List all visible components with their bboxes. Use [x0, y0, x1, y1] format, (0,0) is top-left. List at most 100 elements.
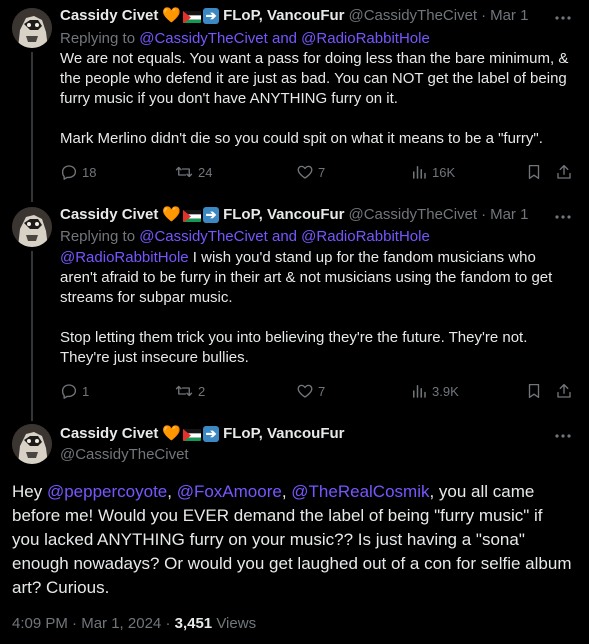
replying-prefix: Replying to	[60, 30, 136, 47]
views-button[interactable]: 16K	[410, 162, 455, 182]
tweet-header: Cassidy Civet 🧡 ➔ FLoP, VancouFur	[60, 424, 344, 444]
tweet-text: @RadioRabbitHole I wish you'd stand up f…	[60, 248, 575, 368]
separator-dot: ·	[165, 615, 171, 632]
thread-tweet-1[interactable]: Cassidy Civet 🧡 ➔ FLoP, VancouFur @Cassi…	[0, 0, 589, 202]
replying-prefix: Replying to	[60, 228, 136, 245]
display-location: FLoP, VancouFur	[223, 425, 345, 442]
replying-to: Replying to @CassidyTheCivet and @RadioR…	[60, 227, 430, 247]
display-name[interactable]: Cassidy Civet	[60, 6, 158, 26]
reply-count: 1	[82, 383, 90, 399]
separator-dot: ·	[72, 615, 78, 632]
views-count: 3,451	[174, 615, 213, 632]
repost-button[interactable]: 2	[174, 381, 205, 401]
more-icon[interactable]	[553, 426, 573, 446]
orange-heart-icon: 🧡	[162, 425, 182, 442]
bookmark-button[interactable]	[525, 381, 543, 401]
bookmark-icon	[528, 383, 540, 399]
mention-link[interactable]: @FoxAmoore	[177, 482, 282, 501]
reply-button[interactable]: 1	[60, 381, 89, 401]
replying-to-users[interactable]: @CassidyTheCivet and @RadioRabbitHole	[139, 30, 430, 47]
bookmark-icon	[528, 164, 540, 180]
tweet-date[interactable]: Mar 1	[490, 205, 528, 225]
repost-icon	[175, 166, 193, 178]
replying-to-users[interactable]: @CassidyTheCivet and @RadioRabbitHole	[139, 228, 430, 245]
orange-heart-icon: 🧡	[162, 7, 182, 24]
like-count: 7	[318, 383, 326, 399]
tweet-paragraph: We are not equals. You want a pass for d…	[60, 50, 569, 107]
views-icon	[413, 385, 426, 398]
user-handle[interactable]: @CassidyTheCivet	[348, 6, 477, 26]
thread-connector	[31, 52, 33, 202]
repost-count: 2	[198, 383, 206, 399]
mention-link[interactable]: @peppercoyote	[47, 482, 167, 501]
repost-count: 24	[198, 164, 213, 180]
reply-icon	[61, 384, 77, 399]
tweet-header: Cassidy Civet 🧡 ➔ FLoP, VancouFur @Cassi…	[60, 6, 528, 26]
more-icon[interactable]	[553, 8, 573, 28]
views-label: Views	[216, 615, 257, 632]
tweet-text: We are not equals. You want a pass for d…	[60, 49, 575, 149]
mention-link[interactable]: @TheRealCosmik	[291, 482, 429, 501]
repost-icon	[175, 385, 193, 397]
share-button[interactable]	[555, 381, 573, 401]
display-location: FLoP, VancouFur	[223, 7, 345, 24]
avatar[interactable]	[12, 207, 52, 247]
repost-button[interactable]: 24	[174, 162, 212, 182]
tweet-text: Hey @peppercoyote, @FoxAmoore, @TheRealC…	[12, 480, 572, 600]
palestine-flag-icon	[183, 209, 202, 222]
tweet-header: Cassidy Civet 🧡 ➔ FLoP, VancouFur @Cassi…	[60, 205, 528, 225]
tweet-time[interactable]: 4:09 PM	[12, 615, 68, 632]
like-button[interactable]: 7	[296, 162, 325, 182]
bookmark-button[interactable]	[525, 162, 543, 182]
tweet-text-part: ,	[281, 482, 292, 501]
orange-heart-icon: 🧡	[162, 206, 182, 223]
views-count: 16K	[432, 164, 456, 180]
palestine-flag-icon	[183, 10, 202, 23]
views-icon	[413, 166, 426, 179]
tweet-date[interactable]: Mar 1	[490, 6, 528, 26]
tweet-text-part: ,	[167, 482, 177, 501]
views-count: 3.9K	[432, 383, 459, 399]
display-name[interactable]: Cassidy Civet	[60, 424, 158, 444]
like-icon	[297, 384, 313, 398]
display-name[interactable]: Cassidy Civet	[60, 205, 158, 225]
name-emojis: 🧡 ➔	[162, 6, 220, 26]
palestine-flag-icon	[183, 428, 202, 441]
action-bar: 18 24 7 16K	[60, 162, 575, 182]
separator-dot: ·	[481, 7, 487, 24]
views-button[interactable]: 3.9K	[410, 381, 459, 401]
action-bar: 1 2 7 3.9K	[60, 381, 575, 401]
like-icon	[297, 165, 313, 179]
user-handle[interactable]: @CassidyTheCivet	[60, 445, 189, 465]
reply-icon	[61, 165, 77, 180]
replying-to: Replying to @CassidyTheCivet and @RadioR…	[60, 29, 430, 49]
share-button[interactable]	[555, 162, 573, 182]
name-emojis: 🧡 ➔	[162, 205, 220, 225]
name-emojis: 🧡 ➔	[162, 424, 220, 444]
tweet-paragraph: @RadioRabbitHole I wish you'd stand up f…	[60, 248, 575, 308]
separator-dot: ·	[481, 206, 487, 223]
avatar[interactable]	[12, 424, 52, 464]
share-icon	[557, 164, 571, 179]
right-arrow-icon: ➔	[203, 426, 220, 442]
reply-button[interactable]: 18	[60, 162, 96, 182]
share-icon	[557, 383, 571, 398]
display-location: FLoP, VancouFur	[223, 206, 345, 223]
main-tweet: Cassidy Civet 🧡 ➔ FLoP, VancouFur @Cassi…	[0, 418, 589, 644]
tweet-paragraph: Mark Merlino didn't die so you could spi…	[60, 130, 543, 147]
thread-tweet-2[interactable]: Cassidy Civet 🧡 ➔ FLoP, VancouFur @Cassi…	[0, 200, 589, 421]
thread-connector	[31, 251, 33, 421]
like-count: 7	[318, 164, 326, 180]
tweet-meta: 4:09 PM · Mar 1, 2024 · 3,451 Views	[12, 614, 256, 634]
right-arrow-icon: ➔	[203, 207, 220, 223]
tweet-text-part: Hey	[12, 482, 47, 501]
tweet-full-date[interactable]: Mar 1, 2024	[81, 615, 161, 632]
right-arrow-icon: ➔	[203, 8, 220, 24]
avatar[interactable]	[12, 8, 52, 48]
reply-count: 18	[82, 164, 97, 180]
user-handle[interactable]: @CassidyTheCivet	[348, 205, 477, 225]
mention-link[interactable]: @RadioRabbitHole	[60, 249, 189, 266]
more-icon[interactable]	[553, 207, 573, 227]
tweet-paragraph: Stop letting them trick you into believi…	[60, 329, 528, 366]
like-button[interactable]: 7	[296, 381, 325, 401]
